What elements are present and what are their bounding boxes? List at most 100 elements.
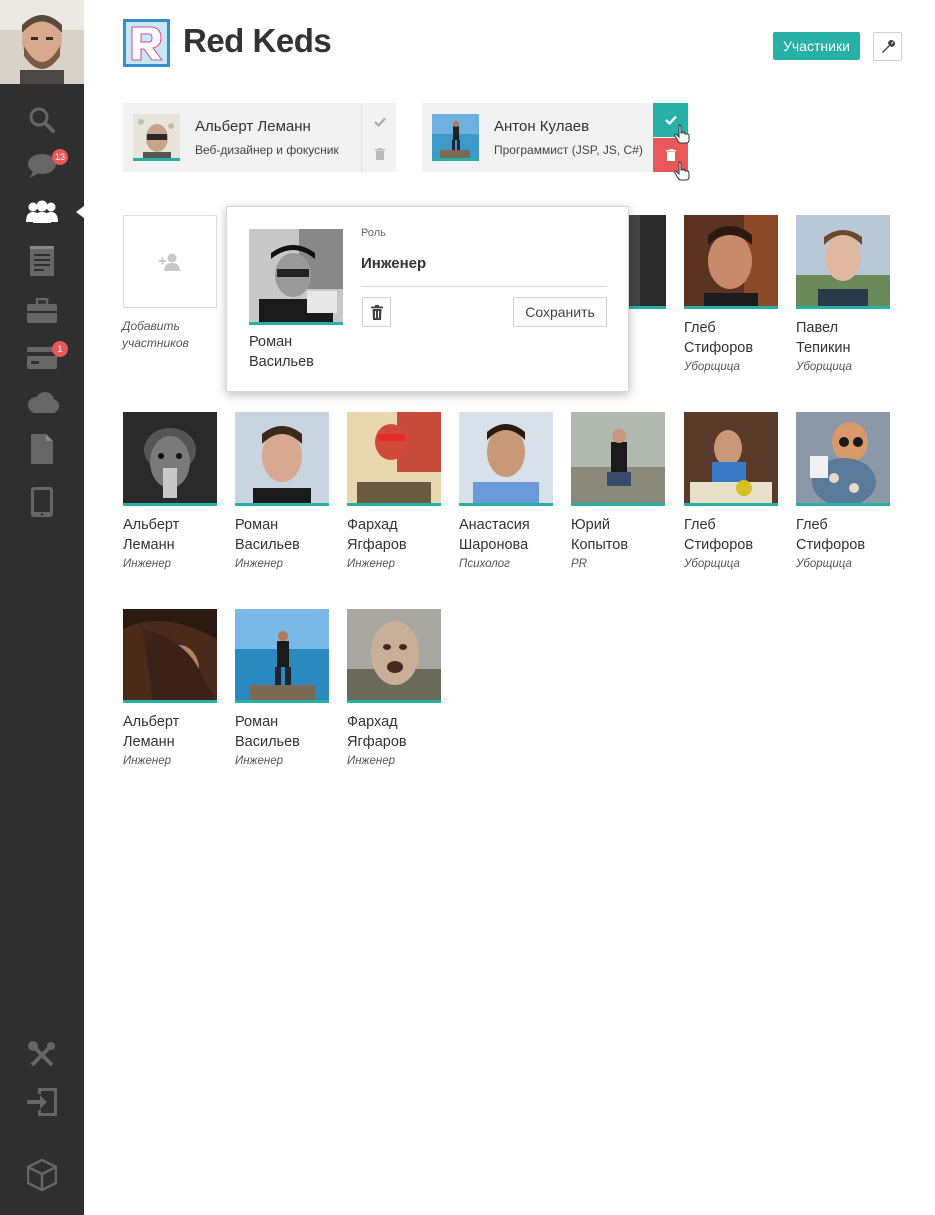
user-avatar[interactable]: [0, 0, 84, 84]
member-photo: [123, 412, 217, 506]
popover-member-name: Роман Васильев: [249, 334, 314, 370]
member-name: Альберт Леманн: [123, 517, 180, 553]
member-tile[interactable]: Альберт Леманн Инженер: [123, 412, 217, 570]
member-name: Юрий Копытов: [571, 517, 629, 553]
member-role: Психолог: [459, 558, 510, 570]
trash-icon: [374, 148, 385, 160]
member-name: Глеб Стифоров: [684, 320, 754, 356]
member-tile[interactable]: Фархад Ягфаров Инженер: [347, 412, 441, 570]
member-photo: [133, 114, 180, 161]
sidebar-item-projects[interactable]: [0, 288, 84, 334]
member-photo: [796, 215, 890, 309]
app-logo: [123, 19, 170, 67]
member-tile[interactable]: Павел Тепикин Уборщица: [796, 215, 890, 373]
member-name: Фархад Ягфаров: [347, 517, 407, 553]
chat-badge: 13: [52, 149, 69, 165]
cloud-icon: [28, 392, 59, 413]
wrench-icon: [881, 39, 895, 53]
role-popover: Роман Васильев Роль Инженер Сохранить: [226, 206, 629, 392]
member-tile[interactable]: Юрий Копытов PR: [571, 412, 665, 570]
hand-cursor-icon: [674, 161, 690, 181]
member-tile[interactable]: Глеб Стифоров Уборщица: [796, 412, 890, 570]
add-user-icon: [159, 253, 180, 271]
member-role: Инженер: [235, 558, 283, 570]
member-photo: [347, 412, 441, 506]
sidebar-item-search[interactable]: [0, 97, 84, 143]
member-role: Инженер: [123, 755, 171, 767]
member-tile[interactable]: [628, 215, 666, 309]
sidebar-item-payments[interactable]: 1: [0, 335, 84, 381]
sidebar-item-documents[interactable]: [0, 426, 84, 472]
popover-member-photo: [249, 229, 343, 325]
confirm-button[interactable]: [362, 105, 397, 139]
add-member-label: Добавить участников: [122, 319, 189, 350]
member-name: Альберт Леманн: [195, 118, 311, 135]
active-indicator: [76, 206, 84, 218]
sidebar-item-tools[interactable]: [0, 1032, 84, 1078]
sidebar-item-users[interactable]: [0, 189, 84, 235]
sidebar-item-logout[interactable]: [0, 1079, 84, 1125]
member-role: Инженер: [347, 755, 395, 767]
member-tile[interactable]: Роман Васильев Инженер: [235, 412, 329, 570]
member-name: Глеб Стифоров: [796, 517, 866, 553]
member-role: Уборщица: [684, 361, 740, 373]
briefcase-icon: [27, 298, 57, 323]
app-title: Red Keds: [183, 22, 332, 59]
member-photo: [459, 412, 553, 506]
add-member-button[interactable]: [123, 215, 217, 308]
sign-in-icon: [27, 1088, 57, 1116]
member-actions: [361, 103, 396, 172]
save-button[interactable]: Сохранить: [513, 297, 607, 327]
member-role: Инженер: [235, 755, 283, 767]
member-tile[interactable]: Глеб Стифоров Уборщица: [684, 412, 778, 570]
member-tile[interactable]: Альберт Леманн Инженер: [123, 609, 217, 767]
member-name: Роман Васильев: [235, 714, 300, 750]
sidebar-item-cube[interactable]: [0, 1152, 84, 1198]
cube-icon: [27, 1159, 57, 1191]
delete-button[interactable]: [362, 137, 397, 171]
sidebar-item-chat[interactable]: 13: [0, 143, 84, 189]
member-photo: [628, 215, 666, 309]
sidebar-item-tablet[interactable]: [0, 479, 84, 525]
member-photo: [796, 412, 890, 506]
member-role: Инженер: [123, 558, 171, 570]
member-photo: [684, 215, 778, 309]
member-tile[interactable]: Анастасия Шаронова Психолог: [459, 412, 553, 570]
member-photo: [432, 114, 479, 161]
role-input[interactable]: Инженер: [361, 255, 426, 272]
role-input-underline: [361, 286, 607, 287]
member-tile[interactable]: Фархад Ягфаров Инженер: [347, 609, 441, 767]
member-name: Фархад Ягфаров: [347, 714, 407, 750]
member-role: Уборщица: [684, 558, 740, 570]
hand-cursor-icon: [674, 124, 690, 144]
sidebar-item-notes[interactable]: [0, 238, 84, 284]
member-name: Альберт Леманн: [123, 714, 180, 750]
member-photo: [235, 609, 329, 703]
member-name: Антон Кулаев: [494, 118, 590, 135]
trash-icon: [665, 149, 676, 161]
member-name: Глеб Стифоров: [684, 517, 754, 553]
member-role: Инженер: [347, 558, 395, 570]
sidebar-item-cloud[interactable]: [0, 380, 84, 426]
member-photo: [235, 412, 329, 506]
notepad-icon: [30, 246, 54, 276]
member-tile[interactable]: Роман Васильев Инженер: [235, 609, 329, 767]
members-button[interactable]: Участники: [773, 32, 860, 60]
settings-button[interactable]: [873, 32, 902, 61]
document-icon: [31, 434, 53, 464]
member-photo: [684, 412, 778, 506]
sidebar: 13 1: [0, 0, 84, 1215]
remove-member-button[interactable]: [362, 297, 391, 327]
member-photo: [347, 609, 441, 703]
member-card: Антон Кулаев Программист (JSP, JS, C#): [422, 103, 688, 172]
member-name: Анастасия Шаронова: [459, 517, 530, 553]
member-role: Уборщица: [796, 361, 852, 373]
users-icon: [26, 200, 58, 223]
search-icon: [29, 107, 55, 133]
member-tile[interactable]: Глеб Стифоров Уборщица: [684, 215, 778, 373]
role-label: Роль: [361, 227, 386, 239]
member-role: PR: [571, 558, 587, 570]
payments-badge: 1: [52, 341, 68, 357]
trash-icon: [370, 304, 383, 320]
member-name: Павел Тепикин: [796, 320, 851, 356]
